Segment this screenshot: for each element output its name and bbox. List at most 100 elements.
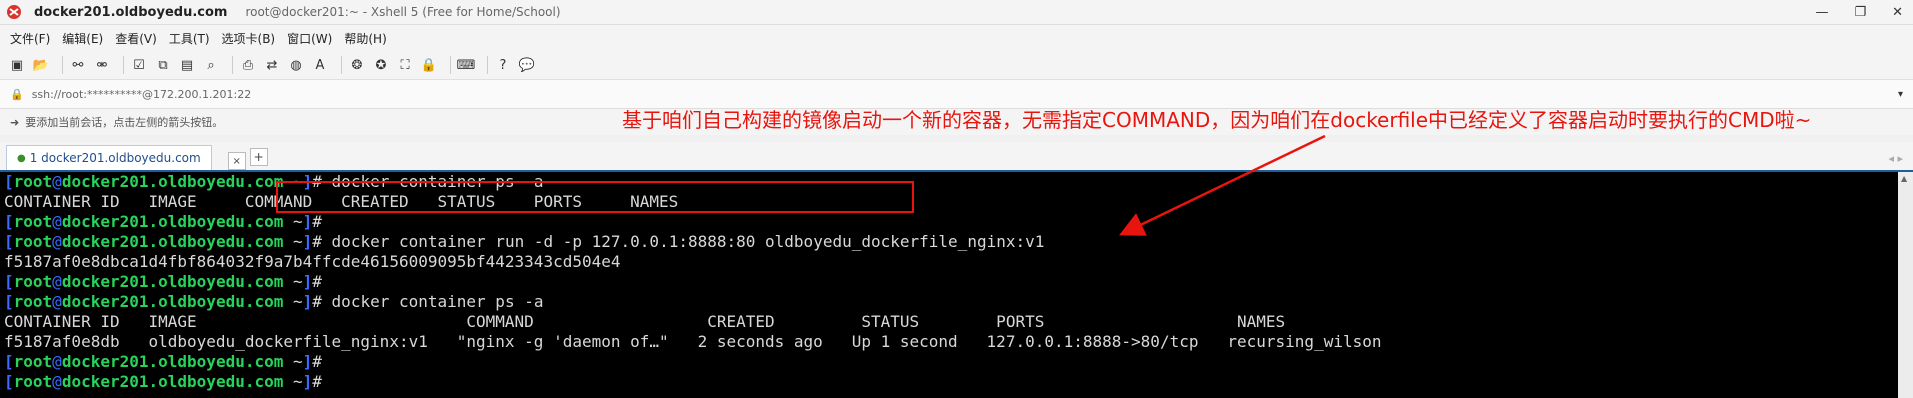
prompt-bracket: ] xyxy=(302,272,313,291)
find-icon[interactable]: ⌕ xyxy=(202,56,220,74)
prompt-user: root xyxy=(13,172,53,191)
prompt-user: root xyxy=(13,372,53,391)
toolbar: ▣ 📂 ⚯ ⚮ ☑ ⧉ ▤ ⌕ ⎙ ⇄ ◍ A ❂ ✪ ⛶ 🔒 ⌨ ? 💬 xyxy=(0,51,1913,80)
command-text: # xyxy=(312,352,332,371)
window-title: docker201.oldboyedu.com xyxy=(34,4,228,20)
hint-text: 要添加当前会话，点击左侧的箭头按钮。 xyxy=(25,116,224,129)
transfer-icon[interactable]: ⇄ xyxy=(263,56,281,74)
prompt-host: docker201.oldboyedu.com xyxy=(61,372,284,391)
keyboard-icon[interactable]: ⌨ xyxy=(457,56,476,74)
lock-icon: 🔒 xyxy=(10,87,24,101)
prompt-path: ~ xyxy=(283,372,303,391)
scroll-up-icon[interactable]: ▲ xyxy=(1901,174,1907,183)
print-icon[interactable]: ⎙ xyxy=(239,56,257,74)
prompt-line: [root@docker201.oldboyedu.com ~]# xyxy=(4,212,1898,232)
menu-tab[interactable]: 选项卡(B) xyxy=(222,30,276,47)
prompt-at: @ xyxy=(52,352,62,371)
prompt-bracket: [ xyxy=(4,372,14,391)
new-session-icon[interactable]: ▣ xyxy=(8,56,26,74)
prompt-user: root xyxy=(13,272,53,291)
paste-icon[interactable]: ▤ xyxy=(178,56,196,74)
prompt-at: @ xyxy=(52,212,62,231)
globe-icon[interactable]: ◍ xyxy=(287,56,305,74)
prompt-bracket: ] xyxy=(302,292,313,311)
menu-bar: 文件(F) 编辑(E) 查看(V) 工具(T) 选项卡(B) 窗口(W) 帮助(… xyxy=(0,25,1913,51)
prompt-bracket: [ xyxy=(4,232,14,251)
tab-nav-arrows[interactable]: ◂ ▸ xyxy=(1888,152,1903,165)
prompt-path: ~ xyxy=(283,272,303,291)
prompt-line: [root@docker201.oldboyedu.com ~]# xyxy=(4,352,1898,372)
output-line: f5187af0e8dbca1d4fbf864032f9a7b4ffcde461… xyxy=(4,252,621,271)
properties-icon[interactable]: ☑ xyxy=(130,56,148,74)
prompt-host: docker201.oldboyedu.com xyxy=(61,272,284,291)
lock-icon[interactable]: 🔒 xyxy=(420,56,438,74)
restore-button[interactable]: ❐ xyxy=(1854,5,1866,20)
minimize-button[interactable]: — xyxy=(1815,5,1828,20)
prompt-at: @ xyxy=(52,172,62,191)
menu-edit[interactable]: 编辑(E) xyxy=(62,30,103,47)
window-subtitle: root@docker201:~ - Xshell 5 (Free for Ho… xyxy=(245,5,561,19)
tab-close-button[interactable]: × xyxy=(227,152,246,170)
prompt-user: root xyxy=(13,212,53,231)
prompt-bracket: [ xyxy=(4,292,14,311)
prompt-user: root xyxy=(13,352,53,371)
xagent-icon[interactable]: ✪ xyxy=(372,56,390,74)
menu-tools[interactable]: 工具(T) xyxy=(169,30,210,47)
prompt-line: [root@docker201.oldboyedu.com ~]# docker… xyxy=(4,292,1898,312)
tab-bar: ● 1 docker201.oldboyedu.com × + ◂ ▸ xyxy=(0,142,1913,172)
prompt-path: ~ xyxy=(283,292,303,311)
status-dot-icon: ● xyxy=(17,152,26,164)
prompt-path: ~ xyxy=(283,232,303,251)
xftp-icon[interactable]: ❂ xyxy=(348,56,366,74)
prompt-bracket: [ xyxy=(4,172,14,191)
font-icon[interactable]: A xyxy=(311,56,329,74)
command-text: # xyxy=(312,272,332,291)
prompt-bracket: ] xyxy=(302,372,313,391)
chat-icon[interactable]: 💬 xyxy=(518,56,536,74)
arrow-right-icon[interactable]: ➜ xyxy=(10,116,19,129)
add-tab-button[interactable]: + xyxy=(249,148,268,166)
xshell-logo-icon xyxy=(7,5,21,19)
help-icon[interactable]: ? xyxy=(494,56,512,74)
prompt-bracket: ] xyxy=(302,352,313,371)
prompt-bracket: [ xyxy=(4,272,14,291)
prompt-user: root xyxy=(13,232,53,251)
fullscreen-icon[interactable]: ⛶ xyxy=(396,56,414,74)
menu-help[interactable]: 帮助(H) xyxy=(344,30,386,47)
prompt-line: [root@docker201.oldboyedu.com ~]# xyxy=(4,372,1898,392)
chevron-down-icon[interactable]: ▾ xyxy=(1898,89,1903,100)
prompt-path: ~ xyxy=(283,352,303,371)
prompt-user: root xyxy=(13,292,53,311)
annotation-text: 基于咱们自己构建的镜像启动一个新的容器，无需指定COMMAND，因为咱们在doc… xyxy=(622,108,1812,132)
prompt-at: @ xyxy=(52,272,62,291)
menu-window[interactable]: 窗口(W) xyxy=(287,30,332,47)
prompt-line: [root@docker201.oldboyedu.com ~]# docker… xyxy=(4,232,1898,252)
command-text: # xyxy=(312,372,332,391)
tab-session[interactable]: ● 1 docker201.oldboyedu.com xyxy=(6,145,212,170)
prompt-host: docker201.oldboyedu.com xyxy=(61,232,284,251)
prompt-bracket: ] xyxy=(302,212,313,231)
command-text: # docker container run -d -p 127.0.0.1:8… xyxy=(312,232,1045,251)
highlight-box xyxy=(276,181,914,213)
output-line: CONTAINER ID IMAGE COMMAND CREATED STATU… xyxy=(4,312,1286,331)
title-bar: docker201.oldboyedu.com root@docker201:~… xyxy=(0,0,1913,25)
scrollbar[interactable]: ▲ xyxy=(1898,172,1913,398)
tab-label: 1 docker201.oldboyedu.com xyxy=(29,151,201,165)
copy-icon[interactable]: ⧉ xyxy=(154,56,172,74)
disconnect-icon[interactable]: ⚮ xyxy=(93,56,111,74)
prompt-host: docker201.oldboyedu.com xyxy=(61,172,284,191)
reconnect-icon[interactable]: ⚯ xyxy=(69,56,87,74)
menu-view[interactable]: 查看(V) xyxy=(115,30,157,47)
prompt-host: docker201.oldboyedu.com xyxy=(61,212,284,231)
open-folder-icon[interactable]: 📂 xyxy=(32,56,50,74)
menu-file[interactable]: 文件(F) xyxy=(10,30,50,47)
prompt-path: ~ xyxy=(283,212,303,231)
prompt-host: docker201.oldboyedu.com xyxy=(61,352,284,371)
prompt-at: @ xyxy=(52,292,62,311)
command-text: # xyxy=(312,212,332,231)
prompt-bracket: [ xyxy=(4,352,14,371)
close-button[interactable]: ✕ xyxy=(1892,5,1903,20)
prompt-host: docker201.oldboyedu.com xyxy=(61,292,284,311)
command-text: # docker container ps -a xyxy=(312,292,544,311)
address-text: ssh://root:**********@172.200.1.201:22 xyxy=(31,87,252,101)
